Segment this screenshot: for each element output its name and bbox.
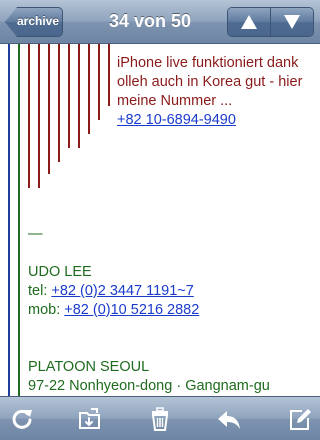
navigation-bar: archive 34 von 50 (0, 0, 320, 44)
quote-level-line (58, 44, 60, 162)
quote-phone-link[interactable]: +82 10-6894-9490 (117, 112, 236, 128)
quote-level-line (18, 44, 20, 396)
quote-level-line (8, 44, 10, 396)
signature-separator: — (28, 226, 43, 242)
tel-label: tel: (28, 283, 52, 299)
signature-name: UDO LEE (28, 264, 92, 280)
quote-level-line (68, 44, 70, 148)
refresh-button[interactable] (9, 406, 35, 432)
move-to-folder-icon (79, 408, 100, 429)
reply-icon (218, 411, 240, 429)
quote-level-line (38, 44, 40, 188)
quoted-text-block: iPhone live funktioniert dank olleh auch… (117, 54, 317, 130)
arrow-down-icon (284, 15, 300, 29)
signature-tel-line: tel: +82 (0)2 3447 1191~7 (28, 282, 194, 301)
move-to-folder-button[interactable] (77, 406, 103, 432)
quote-line: meine Nummer ... (117, 93, 233, 109)
message-body[interactable]: iPhone live funktioniert dank olleh auch… (0, 44, 320, 396)
next-message-button[interactable] (270, 8, 313, 36)
mob-phone-link[interactable]: +82 (0)10 5216 2882 (64, 302, 199, 318)
previous-message-button[interactable] (228, 8, 270, 36)
back-button-archive[interactable]: archive (5, 7, 63, 37)
message-navigation-control (227, 7, 314, 37)
message-counter-title: 34 von 50 (108, 11, 192, 31)
quote-line: olleh auch in Korea gut - hier (117, 74, 303, 90)
back-button-label: archive (17, 14, 60, 28)
mail-message-screen: archive 34 von 50 iPhone live funktionie… (0, 0, 320, 440)
quote-level-line (98, 44, 100, 120)
signature-address: 97-22 Nonhyeon-dong · Gangnam-gu (28, 378, 270, 394)
signature-company: PLATOON SEOUL (28, 359, 150, 375)
trash-icon (151, 407, 169, 431)
quote-level-line (28, 44, 30, 188)
bottom-toolbar (0, 396, 320, 440)
compose-button[interactable] (287, 406, 313, 432)
refresh-icon (12, 409, 32, 429)
reply-button[interactable] (216, 406, 242, 432)
delete-button[interactable] (147, 406, 173, 432)
quote-level-line (88, 44, 90, 134)
quote-level-line (48, 44, 50, 174)
tel-phone-link[interactable]: +82 (0)2 3447 1191~7 (51, 283, 193, 299)
signature-mob-line: mob: +82 (0)10 5216 2882 (28, 301, 199, 320)
quote-level-line (78, 44, 80, 148)
quote-line: iPhone live funktioniert dank (117, 55, 299, 71)
arrow-up-icon (241, 15, 257, 29)
mob-label: mob: (28, 302, 65, 318)
quote-level-line (108, 44, 110, 106)
compose-icon (290, 409, 311, 430)
